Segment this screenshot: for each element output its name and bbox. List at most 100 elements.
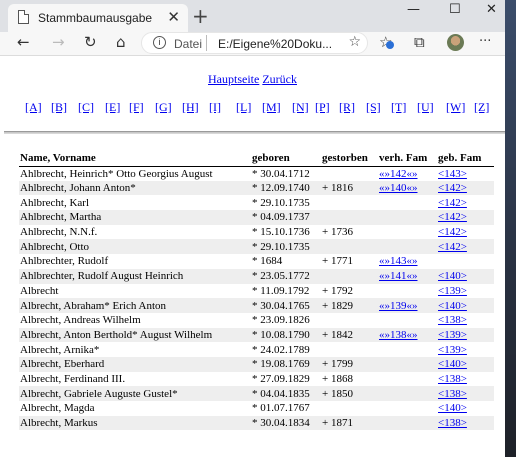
info-icon[interactable]: i <box>153 36 166 49</box>
cell-birth-family: <142> <box>437 195 494 210</box>
cell-born: * 23.09.1826 <box>252 314 310 327</box>
table-row: Ahlbrecht, Johann Anton* * 12.09.1740 + 18… <box>19 180 494 196</box>
table-row: Albrecht, Gabriele Auguste Gustel* * 04.0… <box>19 386 494 401</box>
table-row: Ahlbrecht, N.N.f. * 15.10.1736 + 1736 <142> <box>19 225 494 240</box>
collections-icon[interactable]: ⧉ <box>414 33 425 51</box>
birth-family-link[interactable]: <138> <box>438 417 467 429</box>
cell-married-family <box>378 415 437 431</box>
letter-link-f[interactable]: [F] <box>129 100 144 115</box>
letter-link-w[interactable]: [W] <box>446 100 465 115</box>
birth-family-link[interactable]: <142> <box>438 211 467 223</box>
letter-link-z[interactable]: [Z] <box>474 100 489 115</box>
cell-born: * 12.09.1740 <box>251 180 321 196</box>
address-bar[interactable]: i Datei E:/Eigene%20Doku... ☆ <box>141 32 368 54</box>
cell-born: * 30.04.1712 <box>252 167 310 180</box>
birth-family-link[interactable]: <140> <box>438 270 467 282</box>
cell-name: Ahlbrecht, Martha <box>19 210 251 225</box>
minimize-button[interactable]: — <box>407 2 420 17</box>
birth-family-link[interactable]: <142> <box>438 226 467 238</box>
cell-died <box>321 239 378 255</box>
letter-link-b[interactable]: [B] <box>51 100 67 115</box>
birth-family-link[interactable]: <139> <box>438 285 467 297</box>
cell-married-family: «»143«» <box>378 254 437 269</box>
home-button[interactable]: ⌂ <box>116 33 126 51</box>
letter-link-a[interactable]: [A] <box>25 100 42 115</box>
table-row: Ahlbrechter, Rudolf * 1684 + 1771 «»143«» <box>19 254 494 269</box>
cell-name: Albrecht, Ferdinand III. <box>20 372 126 385</box>
birth-family-link[interactable]: <139> <box>438 344 467 356</box>
cell-birth-family: <140> <box>437 401 494 416</box>
desktop-background <box>505 0 516 457</box>
birth-family-link[interactable]: <143> <box>438 168 467 180</box>
close-window-button[interactable]: ✕ <box>486 2 497 17</box>
back-button[interactable]: ← <box>17 33 30 51</box>
cell-name: Albrecht <box>20 284 59 297</box>
birth-family-link[interactable]: <140> <box>438 358 467 370</box>
letter-link-s[interactable]: [S] <box>366 100 381 115</box>
cell-name: Albrecht, Anton Berthold* August Wilhelm <box>19 327 251 343</box>
header-died: gestorben <box>321 150 378 167</box>
birth-family-link[interactable]: <142> <box>438 182 467 194</box>
letter-link-p[interactable]: [P] <box>315 100 330 115</box>
letter-link-h[interactable]: [H] <box>182 100 199 115</box>
married-family-link[interactable]: «»138«» <box>379 329 418 341</box>
profile-avatar[interactable] <box>447 34 464 51</box>
table-row: Albrecht, Arnika* * 24.02.1789 <139> <box>19 342 494 357</box>
cell-died <box>321 195 378 210</box>
cell-born: * 19.08.1769 <box>251 356 321 372</box>
cell-name: Albrecht, Markus <box>19 415 251 431</box>
letter-link-m[interactable]: [M] <box>262 100 281 115</box>
address-url[interactable]: E:/Eigene%20Doku... <box>218 37 332 51</box>
letter-link-t[interactable]: [T] <box>391 100 406 115</box>
cell-born: * 15.10.1736 <box>252 226 310 239</box>
letter-link-i[interactable]: [I] <box>209 100 221 115</box>
tab-stammbaumausgabe[interactable]: Stammbaumausgabe ✕ <box>8 4 188 32</box>
birth-family-link[interactable]: <139> <box>438 329 467 341</box>
letter-link-c[interactable]: [C] <box>78 100 94 115</box>
menu-icon[interactable]: ··· <box>479 34 491 49</box>
letter-link-r[interactable]: [R] <box>339 100 355 115</box>
back-link[interactable]: Zurück <box>262 72 297 86</box>
birth-family-link[interactable]: <140> <box>438 300 467 312</box>
married-family-link[interactable]: «»141«» <box>379 270 418 282</box>
cell-name: Albrecht, Arnika* <box>20 343 100 356</box>
cell-born: * 30.04.1765 <box>251 298 321 313</box>
cell-died <box>321 166 378 181</box>
cell-married-family <box>378 210 437 225</box>
cell-died <box>321 313 378 328</box>
cell-name: Albrecht, Magda <box>20 402 95 415</box>
birth-family-link[interactable]: <142> <box>438 197 467 209</box>
cell-name: Ahlbrecht, Johann Anton* <box>19 180 251 196</box>
maximize-button[interactable]: ☐ <box>449 2 461 17</box>
birth-family-link[interactable]: <138> <box>438 373 467 385</box>
married-family-link[interactable]: «»140«» <box>379 182 418 194</box>
cell-born: * 04.04.1835 <box>251 386 321 401</box>
birth-family-link[interactable]: <142> <box>438 241 467 253</box>
forward-button[interactable]: → <box>52 33 65 51</box>
cell-born: * 10.08.1790 <box>251 327 321 343</box>
cell-name: Albrecht, Eberhard <box>19 356 251 372</box>
letter-link-g[interactable]: [G] <box>155 100 172 115</box>
birth-family-link[interactable]: <138> <box>438 314 467 326</box>
tab-close-icon[interactable]: ✕ <box>167 8 180 26</box>
address-scheme: Datei <box>174 37 203 51</box>
married-family-link[interactable]: «»139«» <box>379 300 418 312</box>
table-row: Albrecht, Anton Berthold* August Wilhelm… <box>19 327 494 343</box>
letter-link-n[interactable]: [N] <box>292 100 309 115</box>
main-page-link[interactable]: Hauptseite <box>208 72 259 86</box>
letter-link-l[interactable]: [L] <box>236 100 251 115</box>
cell-name: Ahlbrechter, Rudolf August Heinrich <box>19 268 251 284</box>
birth-family-link[interactable]: <138> <box>438 388 467 400</box>
letter-link-u[interactable]: [U] <box>417 100 434 115</box>
birth-family-link[interactable]: <140> <box>438 402 467 414</box>
favorite-star-icon[interactable]: ☆ <box>348 34 361 50</box>
cell-birth-family <box>437 254 494 269</box>
cell-married-family <box>378 401 437 416</box>
cell-married-family <box>378 284 437 299</box>
married-family-link[interactable]: «»143«» <box>379 255 418 267</box>
reload-button[interactable]: ↻ <box>84 33 97 51</box>
new-tab-button[interactable]: + <box>192 4 209 28</box>
letter-link-e[interactable]: [E] <box>105 100 120 115</box>
married-family-link[interactable]: «»142«» <box>379 168 418 180</box>
cell-died: + 1771 <box>322 255 353 268</box>
